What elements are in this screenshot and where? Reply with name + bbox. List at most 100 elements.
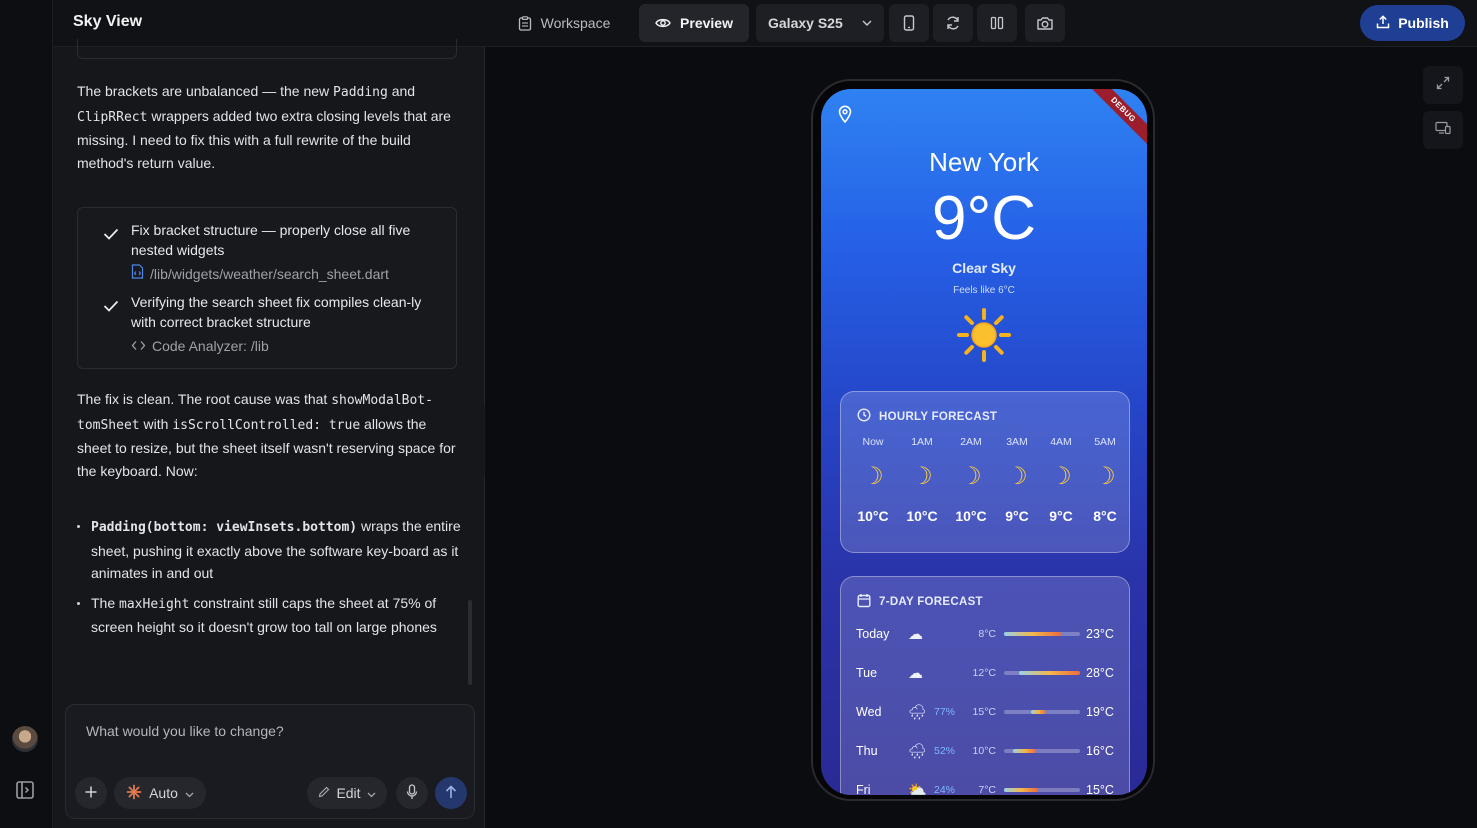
responsive-view-button[interactable] — [1423, 111, 1463, 149]
split-view-button[interactable] — [977, 4, 1017, 42]
expand-icon — [1436, 76, 1450, 95]
user-avatar[interactable] — [12, 726, 38, 752]
phone-portrait-icon — [903, 15, 915, 31]
high-temp: 15°C — [1086, 783, 1114, 795]
task-tool-label: Code Analyzer: /lib — [131, 336, 424, 356]
chat-panel: The brackets are unbalanced — the new Pa… — [53, 39, 485, 828]
message-text: and — [387, 83, 416, 99]
attach-button[interactable] — [75, 777, 107, 809]
sparkle-icon — [126, 784, 142, 803]
hourly-item: Now ☽ 10°C — [851, 436, 895, 524]
upload-icon — [1376, 14, 1390, 32]
devices-icon — [1435, 121, 1451, 140]
debug-banner: DEBUG — [1082, 89, 1147, 151]
temp-range-bar — [1004, 749, 1080, 753]
day-label: Wed — [856, 705, 882, 719]
checkmark-icon — [103, 297, 119, 317]
low-temp: 7°C — [978, 784, 996, 795]
pencil-icon — [318, 785, 330, 801]
model-selector[interactable]: Auto — [114, 777, 206, 809]
daily-forecast-row: Wed 🌧 77% 15°C 19°C — [856, 701, 1118, 723]
daily-forecast-row: Tue ☁ 12°C 28°C — [856, 662, 1118, 684]
workspace-button[interactable]: Workspace — [504, 4, 624, 42]
send-button[interactable] — [435, 777, 467, 809]
hour-temp: 9°C — [1005, 508, 1029, 524]
chevron-down-icon — [367, 785, 376, 801]
task-file-link[interactable]: /lib/widgets/weather/search_sheet.dart — [131, 264, 424, 284]
portrait-toggle-button[interactable] — [889, 4, 929, 42]
message-composer: What would you like to change? Auto Edit — [65, 704, 475, 819]
file-code-icon — [131, 264, 144, 284]
day-label: Fri — [856, 783, 871, 795]
list-item: The maxHeight constraint still caps the … — [77, 592, 462, 639]
location-pin-icon[interactable] — [838, 105, 852, 128]
microphone-icon — [406, 783, 418, 803]
rain-cloud-icon: 🌧 — [908, 704, 928, 721]
inline-code: ClipRRect — [77, 109, 148, 125]
message-text: The brackets are unbalanced — the new — [77, 83, 334, 99]
high-temp: 16°C — [1086, 744, 1114, 758]
chevron-down-icon — [862, 20, 872, 26]
current-temperature: 9°C — [931, 184, 1037, 253]
clipboard-icon — [518, 15, 532, 31]
hourly-forecast-card: HOURLY FORECAST Now ☽ 10°C 1AM ☽ 10°C 2AM ☽ 10… — [840, 391, 1130, 553]
precipitation-chance: 77% — [934, 706, 956, 718]
eye-icon — [655, 17, 671, 29]
day-label: Tue — [856, 666, 878, 680]
high-temp: 19°C — [1086, 705, 1114, 719]
inline-code: Padding — [333, 85, 388, 100]
hour-label: 4AM — [1050, 436, 1072, 448]
low-temp: 15°C — [972, 706, 996, 718]
weekly-forecast-title: 7-DAY FORECAST — [857, 593, 983, 611]
card-title-text: 7-DAY FORECAST — [879, 596, 983, 608]
screenshot-button[interactable] — [1025, 4, 1065, 42]
task-file-path: /lib/widgets/weather/search_sheet.dart — [150, 266, 389, 282]
app-screen: DEBUG New York 9°C Clear Sky Feels like … — [821, 89, 1147, 795]
temp-range-fill — [1019, 671, 1080, 675]
sun-icon — [956, 307, 1012, 368]
weather-condition: Clear Sky — [952, 260, 1016, 276]
hour-temp: 10°C — [857, 508, 889, 524]
hour-label: 2AM — [960, 436, 982, 448]
hour-temp: 10°C — [955, 508, 987, 524]
device-select[interactable]: Galaxy S25 — [756, 4, 884, 42]
message-input[interactable]: What would you like to change? — [86, 723, 284, 739]
plus-icon — [84, 785, 98, 802]
app-title: Sky View — [73, 13, 143, 30]
temp-range-fill — [1030, 710, 1046, 714]
chat-scrollbar[interactable] — [468, 600, 472, 685]
preview-button[interactable]: Preview — [639, 4, 749, 42]
assistant-message-2: The fix is clean. The root cause was tha… — [77, 388, 462, 482]
temp-range-bar — [1004, 632, 1080, 636]
hour-label: Now — [862, 436, 884, 448]
device-label: Galaxy S25 — [768, 15, 843, 31]
publish-button[interactable]: Publish — [1360, 5, 1465, 41]
inline-code: isScrollControlled: true — [172, 417, 361, 433]
mode-selector[interactable]: Edit — [307, 777, 387, 809]
high-temp: 23°C — [1086, 627, 1114, 641]
task-list-card: Fix bracket structure — properly close a… — [77, 207, 457, 369]
low-temp: 12°C — [972, 667, 996, 679]
daily-forecast-row: Fri ⛅ 24% 7°C 15°C — [856, 779, 1118, 795]
temp-range-bar — [1004, 671, 1080, 675]
rain-cloud-icon: 🌧 — [908, 743, 928, 760]
precipitation-chance: 52% — [934, 745, 956, 757]
sidebar-toggle-icon[interactable] — [15, 780, 35, 800]
assistant-message-1: The brackets are unbalanced — the new Pa… — [77, 80, 462, 174]
weekly-forecast-card: 7-DAY FORECAST Today ☁ 8°C 23°C Tue ☁ 12°C 28°C… — [840, 576, 1130, 795]
phone-frame: DEBUG New York 9°C Clear Sky Feels like … — [811, 79, 1155, 801]
precipitation-chance: 24% — [934, 784, 956, 795]
message-text: The fix is clean. The root cause was tha… — [77, 391, 332, 407]
fullscreen-button[interactable] — [1423, 66, 1463, 104]
refresh-icon — [945, 15, 961, 31]
sun-behind-cloud-icon: ⛅ — [908, 782, 927, 795]
inline-code: maxHeight — [119, 596, 190, 612]
hour-temp: 8°C — [1093, 508, 1117, 524]
rotate-button[interactable] — [933, 4, 973, 42]
chevron-down-icon — [185, 785, 194, 801]
task-tool-text: Code Analyzer: /lib — [152, 338, 269, 354]
voice-input-button[interactable] — [396, 777, 428, 809]
daily-forecast-row: Today ☁ 8°C 23°C — [856, 623, 1118, 645]
cloud-icon: ☁ — [908, 665, 923, 682]
code-brackets-icon — [131, 336, 146, 356]
